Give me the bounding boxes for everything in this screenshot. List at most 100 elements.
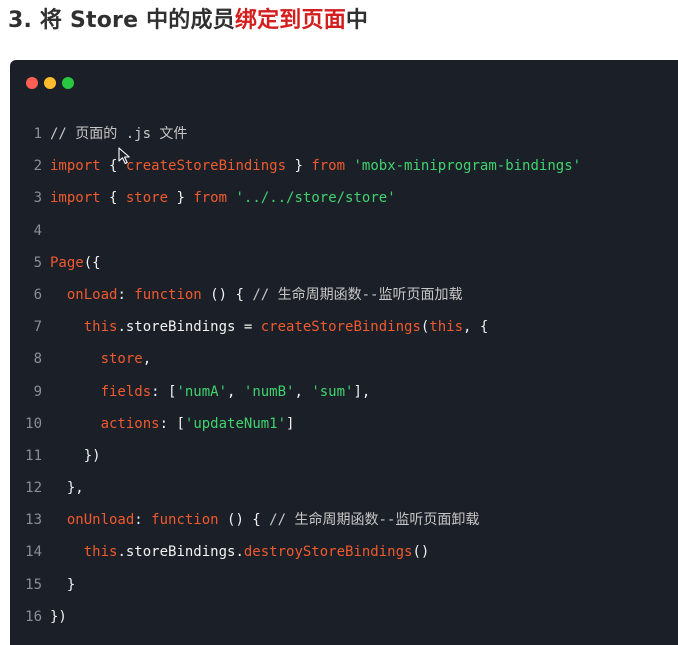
code-token: : [ — [151, 383, 177, 400]
code-token: Page — [50, 254, 84, 271]
code-token: : [ — [159, 415, 185, 432]
code-token: () { — [218, 512, 270, 529]
code-line: 3 import { store } from '../../store/stor… — [10, 182, 678, 214]
code-line: 5 Page({ — [10, 247, 678, 279]
line-number: 12 — [25, 480, 42, 497]
code-token: from — [311, 158, 346, 175]
code-token: } — [168, 190, 194, 207]
code-token: createStoreBindings — [260, 319, 421, 336]
code-line: 13 onUnload: function () { // 生命周期函数--监听… — [10, 504, 678, 536]
code-token: this — [83, 544, 118, 561]
line-number: 11 — [25, 447, 42, 464]
code-token: , — [294, 383, 312, 400]
heading-highlight: 绑定到页面 — [234, 8, 346, 33]
code-token: // 生命周期函数--监听页面卸载 — [269, 512, 480, 529]
code-token: this — [429, 319, 464, 336]
code-token: // 生命周期函数--监听页面加载 — [252, 286, 463, 303]
code-token: store — [100, 351, 143, 368]
code-token: import — [50, 190, 101, 207]
code-token: function — [151, 512, 219, 529]
line-number: 13 — [25, 512, 42, 529]
code-token: ] — [286, 415, 295, 432]
code-line: 10 actions: ['updateNum1'] — [10, 408, 678, 440]
code-token: 'numB' — [243, 383, 295, 400]
code-line: 9 fields: ['numA', 'numB', 'sum'], — [10, 376, 678, 408]
code-line: 7 this.storeBindings = createStoreBindin… — [10, 311, 678, 343]
code-token: '../../store/store' — [235, 190, 396, 207]
code-token: function — [134, 286, 202, 303]
code-token: this — [83, 319, 118, 336]
code-token: ], — [353, 383, 371, 400]
line-number: 5 — [33, 254, 42, 271]
code-line: 2 import { createStoreBindings } from 'mo… — [10, 150, 678, 182]
line-number: 9 — [33, 383, 42, 400]
code-token: createStoreBindings — [125, 158, 287, 175]
code-token: fields — [100, 383, 152, 400]
code-token: 'numA' — [176, 383, 228, 400]
line-number: 14 — [25, 544, 42, 561]
code-token: : — [134, 512, 152, 529]
code-token: , { — [463, 319, 489, 336]
line-number: 15 — [25, 576, 42, 593]
line-number: 1 — [33, 126, 42, 142]
code-token: } — [286, 158, 312, 175]
code-token: }) — [50, 447, 101, 464]
code-token: destroyStoreBindings — [243, 544, 413, 561]
code-token: } — [50, 576, 76, 593]
line-number: 10 — [25, 415, 42, 432]
code-token: actions — [100, 415, 160, 432]
code-line: 15 } — [10, 569, 678, 601]
line-number: 8 — [33, 351, 42, 368]
mouse-pointer-icon — [118, 147, 130, 165]
minimize-dot[interactable] — [44, 77, 56, 89]
line-number: 3 — [33, 190, 42, 207]
code-token: : — [117, 286, 135, 303]
code-token: ({ — [83, 254, 101, 271]
code-token: // 页面的 .js 文件 — [50, 126, 188, 142]
section-heading: 3. 将 Store 中的成员绑定到页面中 — [8, 2, 368, 34]
line-number: 16 — [25, 608, 42, 625]
code-token: from — [193, 190, 228, 207]
code-line: 11 }) — [10, 440, 678, 472]
heading-suffix: 中 — [345, 8, 369, 33]
line-number: 4 — [33, 222, 42, 239]
code-token: 'sum' — [311, 383, 354, 400]
code-token: onLoad — [66, 286, 118, 303]
code-line: 8 store, — [10, 343, 678, 375]
code-token: .storeBindings. — [117, 544, 244, 561]
code-token: store — [125, 190, 169, 207]
code-window: 1 // 页面的 .js 文件 2 import { createStoreBindi… — [10, 60, 678, 645]
code-line: 6 onLoad: function () { // 生命周期函数--监听页面加… — [10, 279, 678, 311]
code-line: 4 — [10, 215, 678, 247]
close-dot[interactable] — [26, 77, 38, 89]
code-block: 1 // 页面的 .js 文件 2 import { createStoreBindi… — [10, 118, 678, 633]
line-number: 2 — [33, 158, 42, 175]
code-token: .storeBindings = — [117, 319, 261, 336]
code-token: () — [412, 544, 430, 561]
code-token: { — [100, 190, 126, 207]
maximize-dot[interactable] — [62, 77, 74, 89]
code-line: 16}) — [10, 601, 678, 633]
window-controls — [26, 77, 80, 96]
heading-prefix: 3. 将 Store 中的成员 — [8, 8, 235, 33]
line-number: 6 — [33, 286, 42, 303]
code-token: () { — [201, 286, 253, 303]
code-token: 'mobx-miniprogram-bindings' — [353, 158, 582, 175]
code-line: 14 this.storeBindings.destroyStoreBindin… — [10, 536, 678, 568]
code-token: }, — [50, 480, 84, 497]
code-token: , — [227, 383, 244, 400]
line-number: 7 — [33, 319, 42, 336]
code-line: 12 }, — [10, 472, 678, 504]
code-token: }) — [50, 608, 67, 625]
code-token: 'updateNum1' — [184, 415, 287, 432]
code-token: , — [142, 351, 152, 368]
code-token: import — [50, 158, 101, 175]
code-line: 1 // 页面的 .js 文件 — [10, 118, 678, 150]
